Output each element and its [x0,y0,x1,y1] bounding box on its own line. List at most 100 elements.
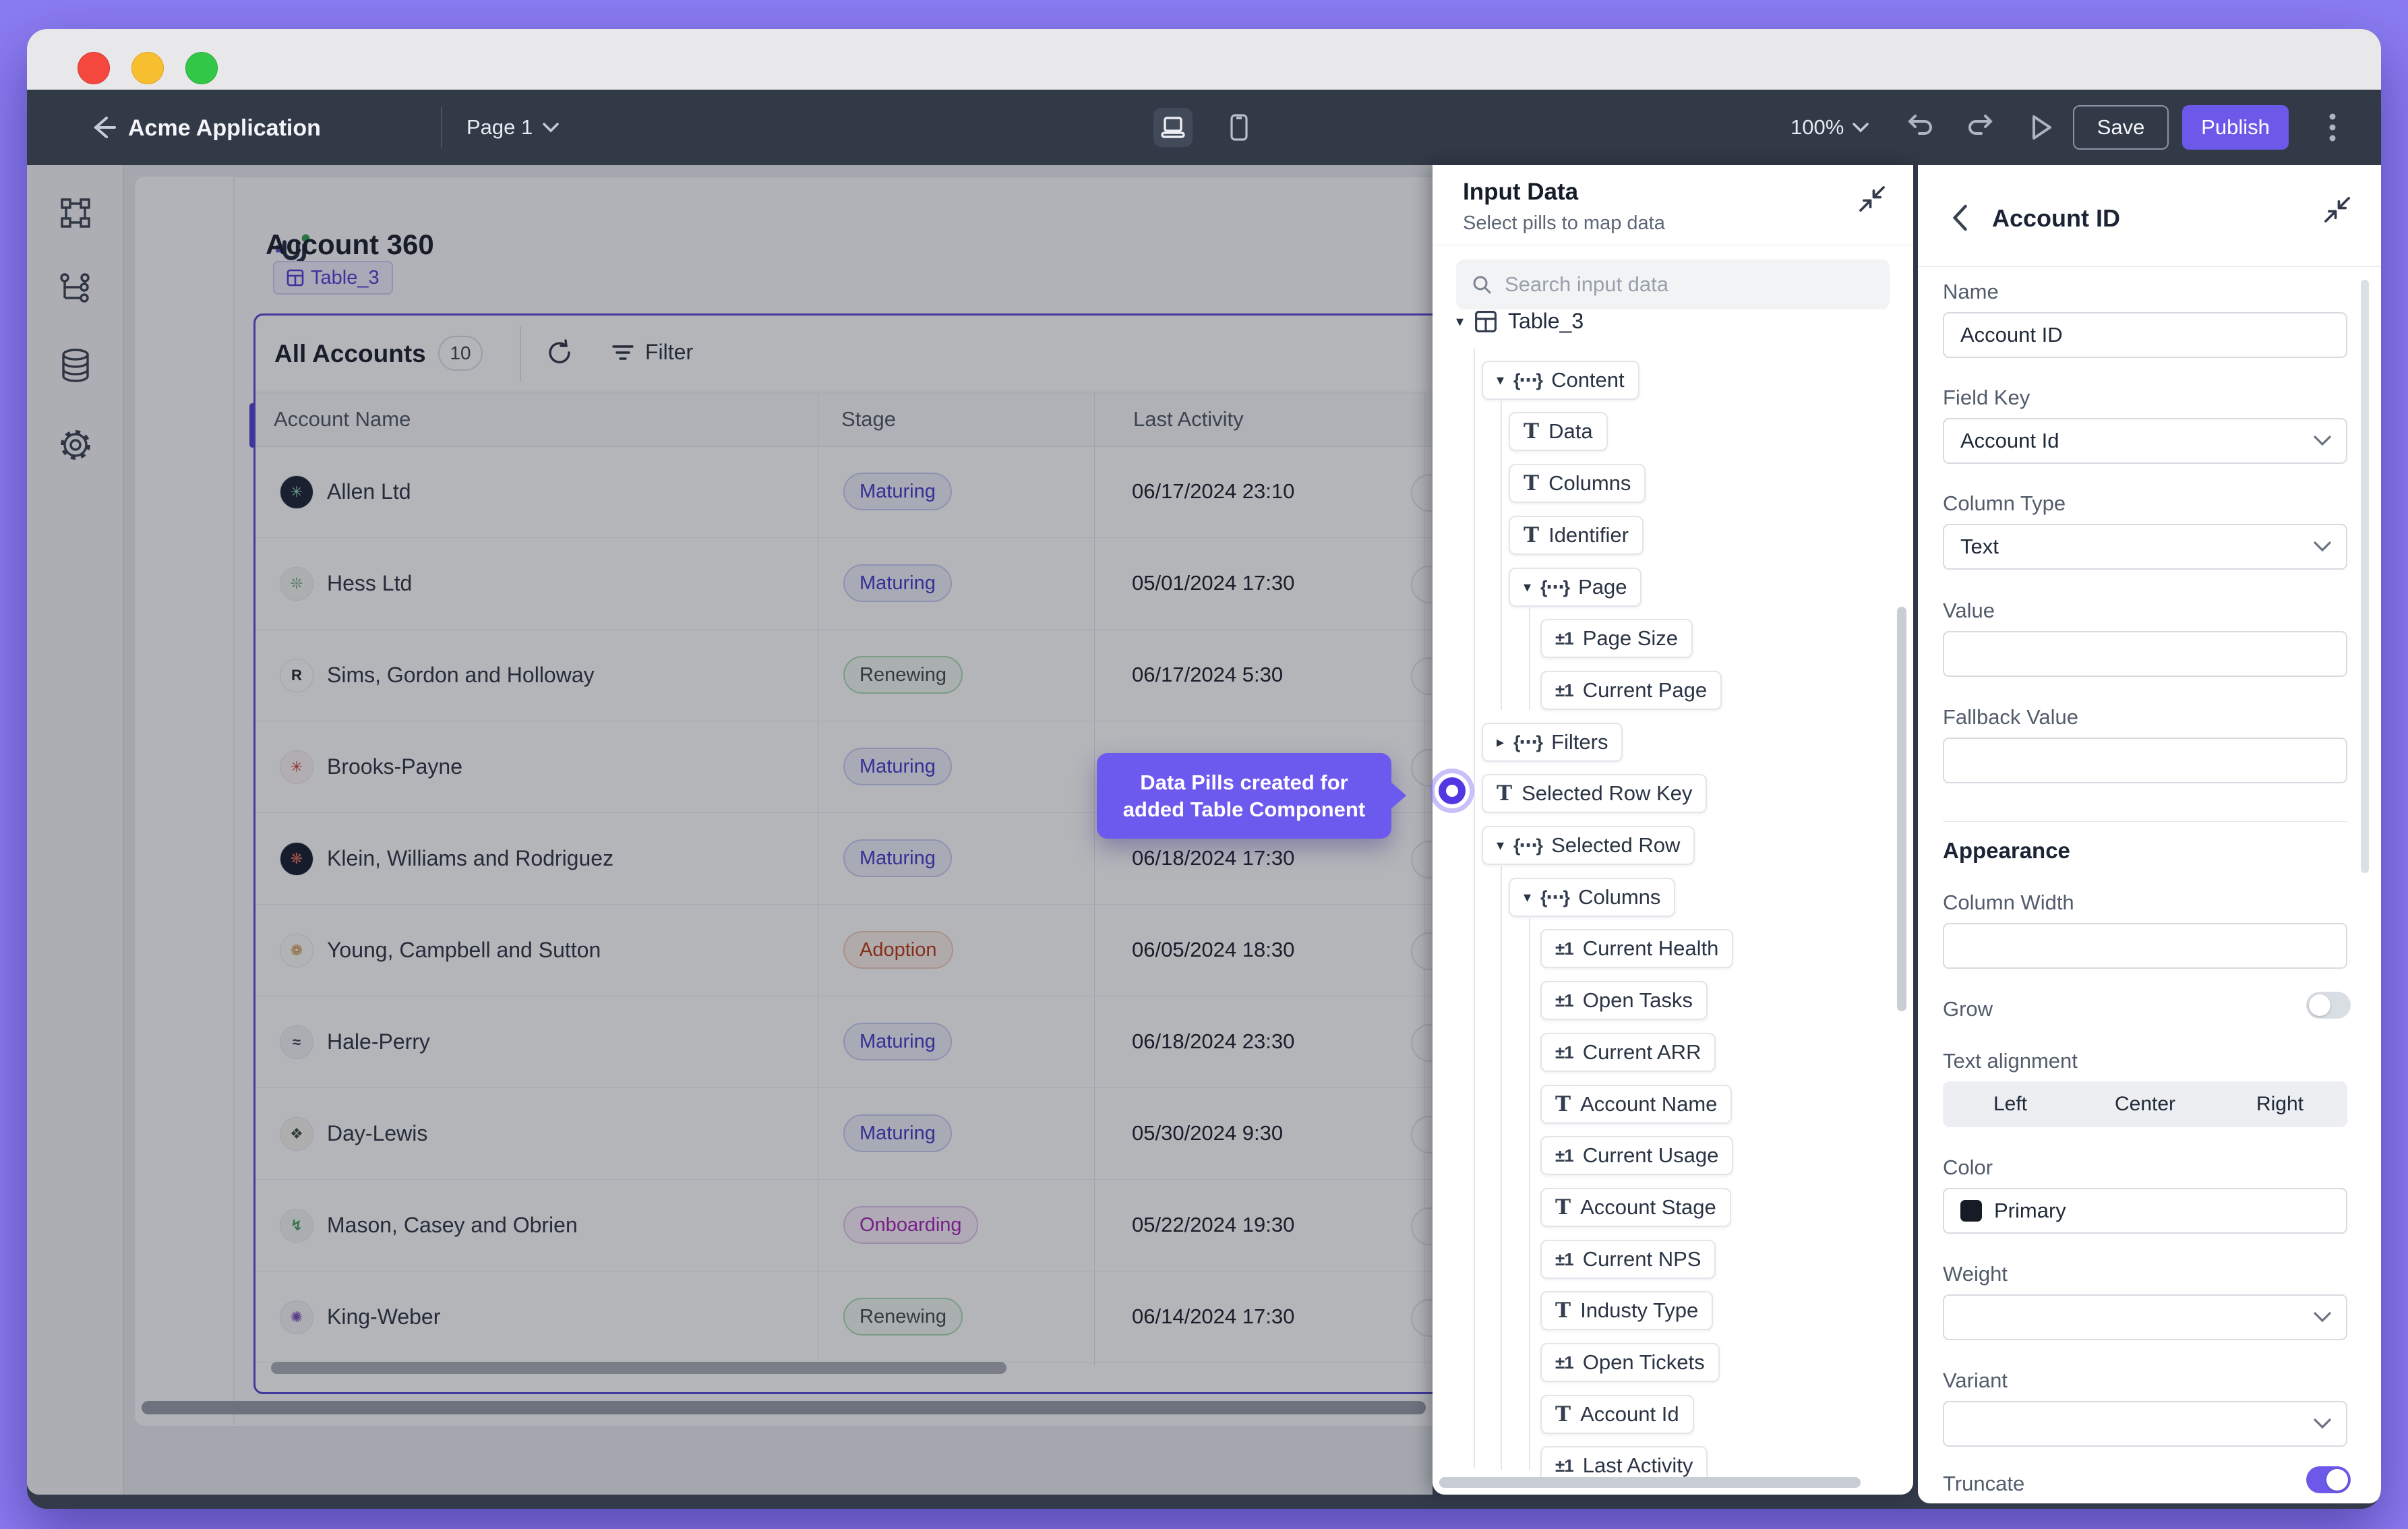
caret-down-icon[interactable]: ▾ [1524,578,1531,596]
app-title: Acme Application [128,115,321,142]
grow-label: Grow [1943,997,1993,1021]
data-pill-industy-type[interactable]: TIndusty Type [1540,1291,1713,1330]
caret-down-icon[interactable]: ▾ [1497,837,1504,854]
truncate-label: Truncate [1943,1472,2024,1496]
chevron-down-icon [2312,1311,2332,1324]
number-type-icon: ±1 [1555,1042,1573,1063]
color-select[interactable]: Primary [1943,1188,2347,1234]
data-pill-selected-row-key[interactable]: TSelected Row Key [1482,774,1707,813]
laptop-icon [1160,115,1186,140]
data-pill-current-page[interactable]: ±1Current Page [1540,671,1722,710]
data-pill-account-id[interactable]: TAccount Id [1540,1395,1694,1434]
data-pill-open-tickets[interactable]: ±1Open Tickets [1540,1343,1720,1382]
minimize-window-button[interactable] [131,52,164,84]
column-type-label: Column Type [1943,491,2066,516]
name-field[interactable]: Account ID [1943,312,2347,358]
data-pill-data[interactable]: TData [1509,412,1608,451]
value-field[interactable] [1943,631,2347,677]
truncate-toggle[interactable] [2306,1466,2351,1493]
number-type-icon: ±1 [1555,938,1573,959]
input-panel-vertical-scrollbar[interactable] [1897,607,1906,1011]
save-button[interactable]: Save [2073,105,2169,150]
collapse-panel-button[interactable] [1857,184,1887,214]
data-pill-selected-row[interactable]: ▾{⋯}Selected Row [1482,826,1695,865]
data-pill-page[interactable]: ▾{⋯}Page [1509,568,1642,607]
data-pill-account-stage[interactable]: TAccount Stage [1540,1188,1731,1227]
search-input[interactable]: Search input data [1456,260,1890,309]
pill-label: Current Usage [1583,1143,1719,1168]
data-pill-columns[interactable]: ▾{⋯}Columns [1509,878,1675,917]
chevron-down-icon [1852,121,1869,133]
text-type-icon: T [1524,419,1539,444]
data-pill-current-arr[interactable]: ±1Current ARR [1540,1033,1716,1072]
pill-label: Columns [1578,885,1660,909]
mobile-view-button[interactable] [1220,108,1259,147]
input-panel-horizontal-scrollbar[interactable] [1439,1477,1861,1488]
back-button[interactable] [84,109,121,146]
onboarding-tooltip: Data Pills created for added Table Compo… [1097,753,1391,839]
grow-toggle[interactable] [2306,992,2351,1019]
number-type-icon: ±1 [1555,990,1573,1011]
data-pill-current-nps[interactable]: ±1Current NPS [1540,1240,1716,1279]
pill-label: Current Page [1583,678,1707,702]
align-left-option[interactable]: Left [1943,1081,2078,1127]
caret-down-icon[interactable]: ▾ [1497,371,1504,389]
undo-button[interactable] [1902,111,1937,144]
pill-label: Account Stage [1580,1195,1716,1220]
desktop-view-button[interactable] [1153,108,1193,147]
column-type-select[interactable]: Text [1943,524,2347,570]
collapse-icon [1857,184,1887,214]
data-pill-content[interactable]: ▾{⋯}Content [1482,361,1639,400]
redo-icon [1965,113,1996,142]
zoom-control[interactable]: 100% [1790,115,1869,140]
input-data-title: Input Data [1463,179,1578,206]
pill-label: Open Tickets [1583,1350,1705,1375]
data-pill-account-name[interactable]: TAccount Name [1540,1085,1732,1124]
page-selector[interactable]: Page 1 [466,115,560,140]
align-right-option[interactable]: Right [2213,1081,2347,1127]
redo-button[interactable] [1963,111,1998,144]
input-data-subtitle: Select pills to map data [1463,212,1665,235]
number-type-icon: ±1 [1555,1456,1573,1476]
collapse-inspector-button[interactable] [2322,195,2352,224]
data-pill-current-usage[interactable]: ±1Current Usage [1540,1136,1733,1175]
arrow-left-icon [88,113,117,142]
section-divider [1943,821,2347,822]
data-pill-filters[interactable]: ▸{⋯}Filters [1482,723,1623,762]
caret-right-icon[interactable]: ▸ [1497,733,1504,751]
column-width-label: Column Width [1943,891,2074,915]
chevron-down-icon [2312,1417,2332,1431]
data-pill-page-size[interactable]: ±1Page Size [1540,619,1693,658]
inspector-back-button[interactable] [1948,203,1972,233]
data-pill-columns[interactable]: TColumns [1509,464,1646,503]
text-type-icon: T [1555,1092,1571,1116]
field-key-select[interactable]: Account Id [1943,418,2347,464]
color-swatch [1960,1200,1982,1222]
inspector-vertical-scrollbar[interactable] [2361,280,2369,873]
maximize-window-button[interactable] [185,52,218,84]
text-type-icon: T [1524,471,1539,496]
collapse-icon [2322,195,2352,224]
fallback-value-label: Fallback Value [1943,705,2078,729]
caret-down-icon[interactable]: ▾ [1524,889,1531,906]
selected-pill-marker[interactable] [1430,769,1474,813]
tree-root-table[interactable]: ▾Table_3 [1456,309,1584,334]
macos-titlebar [27,29,2381,90]
variant-label: Variant [1943,1369,2008,1393]
more-menu-button[interactable] [2315,109,2350,146]
fallback-value-field[interactable] [1943,738,2347,783]
weight-select[interactable] [1943,1294,2347,1340]
variant-select[interactable] [1943,1401,2347,1447]
search-placeholder: Search input data [1505,272,1668,297]
data-pill-open-tasks[interactable]: ±1Open Tasks [1540,981,1708,1020]
close-window-button[interactable] [78,52,110,84]
caret-down-icon[interactable]: ▾ [1456,313,1464,330]
align-center-option[interactable]: Center [2078,1081,2213,1127]
data-pill-current-health[interactable]: ±1 Current Health [1540,929,1733,968]
pill-label: Page Size [1583,626,1678,651]
preview-run-button[interactable] [2024,111,2059,144]
data-pill-identifier[interactable]: TIdentifier [1509,516,1644,555]
column-width-field[interactable] [1943,923,2347,969]
pill-label: Current Health [1583,936,1719,961]
publish-button[interactable]: Publish [2182,105,2289,150]
